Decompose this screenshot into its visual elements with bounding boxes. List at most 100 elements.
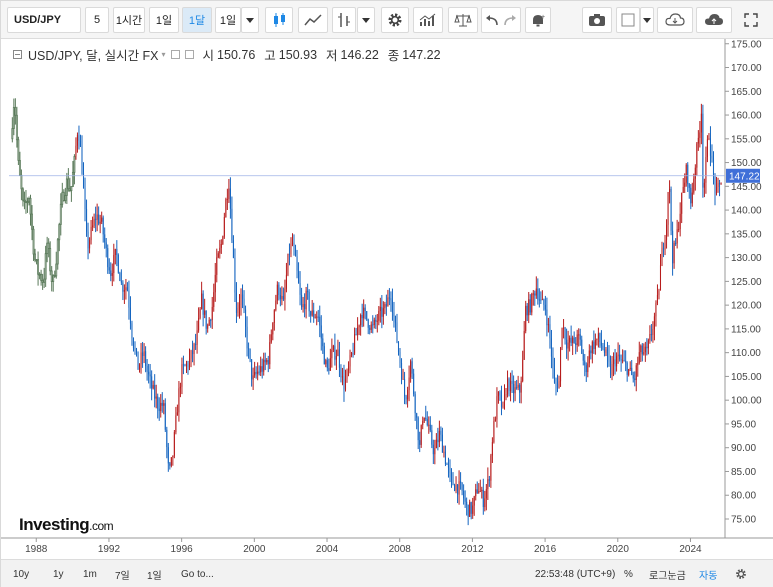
- fullscreen-button[interactable]: [737, 7, 765, 33]
- candle-body: [390, 298, 392, 301]
- legend-dropdown-icon[interactable]: ▾: [162, 50, 166, 59]
- candle-body: [199, 308, 201, 318]
- candle-body: [600, 342, 602, 346]
- candle-body: [516, 387, 518, 389]
- candle-body: [185, 363, 188, 366]
- candle-body: [243, 298, 245, 310]
- candle-body: [308, 292, 310, 312]
- candle-body: [503, 394, 506, 403]
- volume-button[interactable]: [413, 7, 443, 33]
- range-1d[interactable]: 1일: [147, 566, 162, 582]
- log-scale-button[interactable]: 로그눈금: [649, 566, 686, 582]
- candle-body: [216, 257, 218, 275]
- candle-body: [238, 304, 241, 308]
- candle-body: [278, 284, 280, 296]
- candle-body: [211, 306, 213, 320]
- legend-eye-icon[interactable]: [170, 50, 180, 59]
- candle-body: [214, 274, 216, 293]
- candle-body: [366, 311, 368, 320]
- legend-settings-icon[interactable]: [184, 50, 194, 59]
- candle-body: [449, 467, 451, 473]
- candle-body: [546, 309, 548, 326]
- symbol-input[interactable]: USD/JPY: [7, 7, 81, 33]
- candle-body: [56, 239, 59, 265]
- candle-body: [187, 363, 189, 368]
- candle-body: [31, 213, 33, 230]
- interval-1month[interactable]: 1달: [182, 7, 212, 33]
- candle-body: [682, 186, 684, 193]
- interval-5min[interactable]: 5: [85, 7, 109, 33]
- candle-body: [122, 282, 124, 292]
- candle-body: [241, 294, 244, 299]
- range-7d[interactable]: 7일: [115, 566, 130, 582]
- candle-body: [142, 352, 144, 356]
- compare-button[interactable]: [448, 7, 478, 33]
- interval-custom[interactable]: 1일: [215, 7, 241, 33]
- bottom-settings-button[interactable]: [735, 566, 747, 582]
- candle-body: [26, 201, 29, 204]
- cloud-save-button[interactable]: [696, 7, 732, 33]
- candle-body: [325, 360, 327, 365]
- candle-body: [47, 242, 50, 249]
- candle-body: [702, 113, 704, 188]
- range-1m[interactable]: 1m: [83, 566, 97, 582]
- time-tick-label: 2024: [679, 544, 702, 555]
- candle-body: [408, 377, 410, 391]
- volume-icon: [419, 13, 436, 26]
- candle-body: [620, 359, 622, 361]
- candle-body: [313, 310, 315, 318]
- candle-body: [310, 311, 312, 316]
- price-chart[interactable]: 75.00 80.00 85.00 90.00 95.00 100.00 105.00 110…: [1, 39, 773, 559]
- percent-scale-button[interactable]: %: [624, 566, 633, 582]
- candle-body: [319, 316, 321, 326]
- interval-dropdown[interactable]: [241, 7, 259, 33]
- candle-body: [444, 451, 446, 464]
- collapse-icon[interactable]: [13, 50, 22, 59]
- range-10y[interactable]: 10y: [13, 566, 29, 582]
- candle-body: [90, 226, 92, 241]
- candle-body: [603, 349, 605, 353]
- color-dropdown[interactable]: [640, 7, 654, 33]
- candle-body: [488, 479, 490, 481]
- candle-type-button[interactable]: [265, 7, 293, 33]
- candle-body: [523, 331, 525, 360]
- color-picker-button[interactable]: [616, 7, 640, 33]
- candle-body: [128, 290, 130, 308]
- candle-body: [96, 214, 98, 220]
- cloud-load-button[interactable]: [657, 7, 693, 33]
- candle-body: [132, 338, 135, 349]
- screenshot-button[interactable]: [582, 7, 612, 33]
- indicator-dropdown[interactable]: [357, 7, 375, 33]
- candle-body: [84, 188, 86, 210]
- indicator-button[interactable]: [332, 7, 356, 33]
- candle-body: [198, 317, 200, 331]
- line-chart-button[interactable]: [298, 7, 328, 33]
- candle-body: [681, 192, 683, 214]
- candle-body: [304, 303, 306, 310]
- last-price-label: 147.22: [729, 171, 760, 182]
- interval-1hour[interactable]: 1시간: [113, 7, 145, 33]
- alert-button[interactable]: +: [525, 7, 551, 33]
- undo-icon[interactable]: [485, 14, 499, 26]
- auto-scale-button[interactable]: 자동: [699, 566, 717, 582]
- interval-1day[interactable]: 1일: [149, 7, 179, 33]
- candle-body: [400, 363, 403, 380]
- candle-body: [493, 421, 495, 443]
- time-tick-label: 2000: [243, 544, 266, 555]
- candle-body: [257, 371, 259, 374]
- candle-body: [38, 273, 41, 276]
- scale-icon: [454, 14, 472, 27]
- candle-body: [582, 353, 584, 361]
- candle-body: [87, 231, 89, 249]
- candle-body: [529, 299, 531, 313]
- candle-body: [708, 138, 710, 140]
- candle-body: [382, 308, 384, 317]
- candle-body: [379, 306, 381, 312]
- candle-body: [169, 463, 171, 466]
- settings-button[interactable]: [381, 7, 409, 33]
- candle-body: [553, 368, 556, 383]
- range-1y[interactable]: 1y: [53, 566, 64, 582]
- redo-icon[interactable]: [503, 14, 517, 26]
- legend-low-label: 저: [326, 49, 338, 63]
- goto-date-button[interactable]: Go to...: [181, 566, 214, 582]
